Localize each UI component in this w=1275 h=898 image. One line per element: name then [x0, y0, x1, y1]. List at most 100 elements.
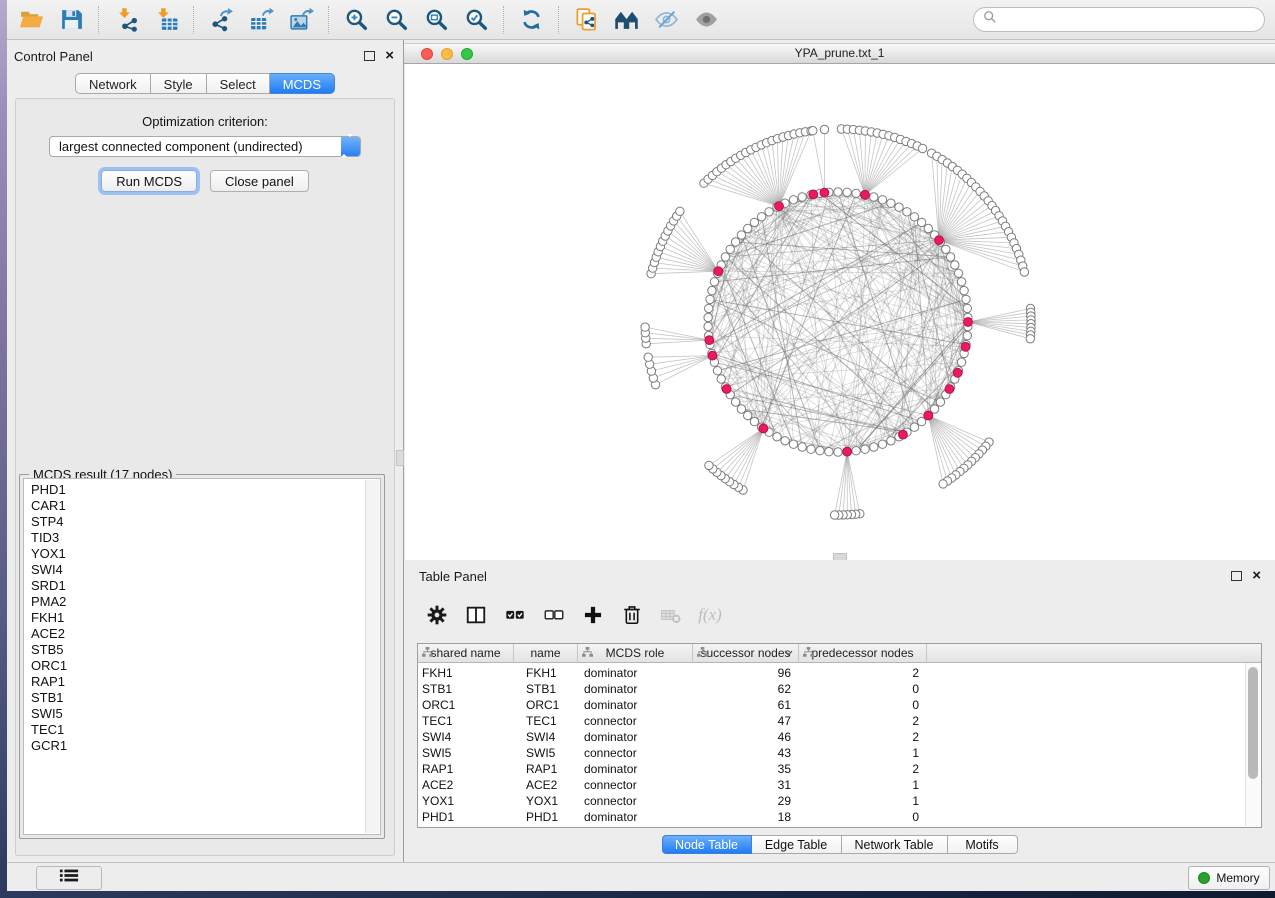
mcds-node[interactable]	[861, 190, 870, 199]
mcds-result-item[interactable]: TEC1	[26, 722, 363, 738]
duplicate-network-button[interactable]	[566, 4, 606, 36]
cell-name[interactable]: FKH1	[514, 665, 578, 681]
tab-motifs[interactable]: Motifs	[948, 835, 1018, 854]
memory-button[interactable]: Memory	[1188, 866, 1270, 890]
save-session-button[interactable]	[51, 4, 91, 36]
mcds-result-item[interactable]: RAP1	[26, 674, 363, 690]
sort-descending-icon[interactable]	[784, 650, 793, 656]
cell-successor-nodes[interactable]: 46	[693, 729, 799, 745]
table-scrollbar-thumb[interactable]	[1248, 667, 1258, 779]
cell-successor-nodes[interactable]: 62	[693, 681, 799, 697]
mcds-result-item[interactable]: PHD1	[26, 482, 363, 498]
cell-name[interactable]: RAP1	[514, 761, 578, 777]
column-header-shared-name[interactable]: shared name	[418, 644, 514, 662]
cell-name[interactable]: SWI4	[514, 729, 578, 745]
cell-successor-nodes[interactable]: 47	[693, 713, 799, 729]
mcds-list-scrollbar[interactable]	[365, 480, 379, 833]
column-header-successor-nodes[interactable]: successor nodes	[693, 644, 799, 662]
cell-name[interactable]: SWI5	[514, 745, 578, 761]
table-row[interactable]: SWI5SWI5connector431	[418, 745, 1246, 761]
import-table-button[interactable]	[146, 4, 186, 36]
tab-style[interactable]: Style	[151, 73, 207, 94]
cell-shared-name[interactable]: ACE2	[418, 777, 514, 793]
cell-name[interactable]: STB1	[514, 681, 578, 697]
cell-shared-name[interactable]: SWI4	[418, 729, 514, 745]
cell-name[interactable]: PHD1	[514, 809, 578, 825]
deselect-all-button[interactable]	[539, 600, 569, 630]
mcds-node[interactable]	[924, 411, 933, 420]
mcds-result-item[interactable]: STB5	[26, 642, 363, 658]
mcds-node[interactable]	[759, 424, 768, 433]
mcds-node[interactable]	[899, 430, 908, 439]
mcds-node[interactable]	[961, 342, 970, 351]
table-row[interactable]: SWI4SWI4dominator462	[418, 729, 1246, 745]
mcds-node[interactable]	[820, 188, 829, 197]
mcds-result-item[interactable]: STP4	[26, 514, 363, 530]
cell-shared-name[interactable]: YOX1	[418, 793, 514, 809]
cell-name[interactable]: ACE2	[514, 777, 578, 793]
cell-successor-nodes[interactable]: 43	[693, 745, 799, 761]
cell-predecessor-nodes[interactable]: 2	[799, 761, 927, 777]
zoom-selected-button[interactable]	[456, 4, 496, 36]
cell-mcds-role[interactable]: connector	[578, 745, 693, 761]
cell-shared-name[interactable]: ORC1	[418, 697, 514, 713]
mcds-result-item[interactable]: FKH1	[26, 610, 363, 626]
network-window-titlebar[interactable]: YPA_prune.txt_1	[404, 43, 1275, 64]
table-row[interactable]: PHD1PHD1dominator180	[418, 809, 1246, 825]
network-canvas[interactable]	[405, 64, 1275, 560]
mcds-node[interactable]	[809, 190, 818, 199]
mcds-node[interactable]	[953, 368, 962, 377]
open-file-button[interactable]	[11, 4, 51, 36]
cell-mcds-role[interactable]: connector	[578, 777, 693, 793]
cell-mcds-role[interactable]: connector	[578, 713, 693, 729]
zoom-fit-button[interactable]	[416, 4, 456, 36]
cell-predecessor-nodes[interactable]: 0	[799, 809, 927, 825]
select-all-button[interactable]	[500, 600, 530, 630]
table-row[interactable]: FKH1FKH1dominator962	[418, 665, 1246, 681]
horizontal-splitter-handle[interactable]	[833, 553, 847, 560]
float-panel-icon[interactable]	[364, 51, 375, 61]
cell-mcds-role[interactable]: dominator	[578, 729, 693, 745]
mcds-node[interactable]	[722, 385, 731, 394]
mcds-result-item[interactable]: PMA2	[26, 594, 363, 610]
mcds-result-item[interactable]: SWI5	[26, 706, 363, 722]
cell-predecessor-nodes[interactable]: 0	[799, 697, 927, 713]
cell-mcds-role[interactable]: dominator	[578, 665, 693, 681]
cell-shared-name[interactable]: FKH1	[418, 665, 514, 681]
cell-mcds-role[interactable]: dominator	[578, 761, 693, 777]
close-panel-icon[interactable]: ×	[385, 50, 394, 61]
mcds-node[interactable]	[714, 267, 723, 276]
table-row[interactable]: ORC1ORC1dominator610	[418, 697, 1246, 713]
cell-successor-nodes[interactable]: 29	[693, 793, 799, 809]
table-row[interactable]: STB1STB1dominator620	[418, 681, 1246, 697]
maximize-window-icon[interactable]	[461, 48, 473, 60]
cell-predecessor-nodes[interactable]: 1	[799, 793, 927, 809]
delete-column-button[interactable]	[617, 600, 647, 630]
column-header-mcds-role[interactable]: MCDS role	[578, 644, 693, 662]
cell-name[interactable]: TEC1	[514, 713, 578, 729]
import-network-button[interactable]	[106, 4, 146, 36]
cell-predecessor-nodes[interactable]: 0	[799, 681, 927, 697]
mcds-result-item[interactable]: SRD1	[26, 578, 363, 594]
zoom-in-button[interactable]	[336, 4, 376, 36]
cell-name[interactable]: YOX1	[514, 793, 578, 809]
column-settings-button[interactable]	[422, 600, 452, 630]
table-row[interactable]: YOX1YOX1connector291	[418, 793, 1246, 809]
network-graph[interactable]	[405, 64, 1275, 560]
cell-predecessor-nodes[interactable]: 1	[799, 777, 927, 793]
cell-shared-name[interactable]: SWI5	[418, 745, 514, 761]
cell-predecessor-nodes[interactable]: 2	[799, 665, 927, 681]
close-panel-button[interactable]: Close panel	[210, 170, 309, 192]
cell-successor-nodes[interactable]: 35	[693, 761, 799, 777]
mcds-result-item[interactable]: GCR1	[26, 738, 363, 754]
mcds-result-item[interactable]: STB1	[26, 690, 363, 706]
mcds-result-item[interactable]: YOX1	[26, 546, 363, 562]
cell-mcds-role[interactable]: dominator	[578, 697, 693, 713]
mcds-result-item[interactable]: ORC1	[26, 658, 363, 674]
column-header-predecessor-nodes[interactable]: predecessor nodes	[799, 644, 927, 662]
mcds-node[interactable]	[708, 351, 717, 360]
first-neighbors-button[interactable]	[606, 4, 646, 36]
mcds-node[interactable]	[935, 236, 944, 245]
run-mcds-button[interactable]: Run MCDS	[101, 170, 197, 192]
show-all-button[interactable]	[686, 4, 726, 36]
